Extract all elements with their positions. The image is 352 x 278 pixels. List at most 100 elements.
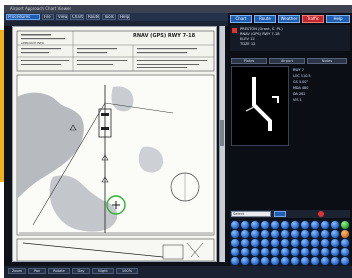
info-line-2: RNAV (GPS) RWY 7-18 [240, 32, 280, 36]
keypad-key[interactable] [241, 248, 249, 256]
status-night[interactable]: Night [92, 268, 114, 274]
keypad-key[interactable] [301, 257, 309, 265]
keypad-key[interactable] [321, 248, 329, 256]
keypad-key[interactable] [231, 257, 239, 265]
keypad-key[interactable] [291, 230, 299, 238]
keypad-key[interactable] [261, 257, 269, 265]
keypad-key[interactable] [251, 248, 259, 256]
data-line-5: DA 262 [293, 92, 306, 96]
data-line-1: RWY 7 [293, 68, 304, 72]
keypad-key[interactable] [261, 248, 269, 256]
keypad-key[interactable] [291, 239, 299, 247]
keypad-key[interactable] [261, 239, 269, 247]
chart-header-small: APPROACH INFO [21, 41, 44, 45]
keypad-key[interactable] [321, 239, 329, 247]
keypad-key[interactable] [321, 221, 329, 229]
keypad-key[interactable] [311, 257, 319, 265]
keypad-key[interactable] [331, 257, 339, 265]
keypad-key[interactable] [291, 257, 299, 265]
keypad-key[interactable] [301, 230, 309, 238]
keypad-key[interactable] [261, 230, 269, 238]
keypad-key[interactable] [341, 248, 349, 256]
button-traffic[interactable]: Traffic [302, 15, 324, 23]
menu-tools[interactable]: Tools [102, 14, 116, 20]
keypad-key[interactable] [321, 230, 329, 238]
button-help[interactable]: Help [326, 15, 350, 23]
keypad-key[interactable] [271, 221, 279, 229]
keypad-key[interactable] [301, 221, 309, 229]
status-day[interactable]: Day [72, 268, 90, 274]
keypad-key[interactable] [271, 248, 279, 256]
keypad-key[interactable] [231, 239, 239, 247]
keypad-key[interactable] [241, 239, 249, 247]
keypad-key[interactable] [231, 230, 239, 238]
keypad-key[interactable] [301, 248, 309, 256]
keypad-key[interactable] [311, 230, 319, 238]
menu-view[interactable]: View [56, 14, 68, 20]
tab-plates[interactable]: Plates [231, 58, 267, 64]
keypad-key[interactable] [281, 239, 289, 247]
keypad-key[interactable] [341, 257, 349, 265]
keypad-key[interactable] [291, 221, 299, 229]
chart-procedure-title: RNAV (GPS) RWY 7-18 [133, 33, 196, 39]
scrollbar-thumb[interactable] [220, 120, 224, 146]
menu-route[interactable]: Route [86, 14, 100, 20]
keypad-key[interactable] [291, 248, 299, 256]
menu-charts[interactable]: Charts [70, 14, 84, 20]
procedures-button[interactable]: Procedures [6, 14, 40, 20]
keypad-key[interactable] [231, 221, 239, 229]
keypad-key[interactable] [271, 230, 279, 238]
keypad-key[interactable] [301, 239, 309, 247]
keypad-key[interactable] [321, 257, 329, 265]
keypad-key[interactable] [311, 221, 319, 229]
button-chart[interactable]: Chart [230, 15, 252, 23]
data-line-2: LOC 110.5 [293, 74, 311, 78]
window-title: Airport Approach Chart Viewer [10, 6, 72, 11]
keypad-key[interactable] [251, 257, 259, 265]
airport-diagram[interactable] [231, 66, 289, 146]
airport-diagram-drawing [245, 77, 279, 131]
tab-airport[interactable]: Airport [269, 58, 305, 64]
keypad-key[interactable] [241, 230, 249, 238]
keypad-key[interactable] [271, 257, 279, 265]
data-line-6: VIS 1 [293, 98, 302, 102]
keypad-key[interactable] [251, 239, 259, 247]
keypad-key[interactable] [311, 248, 319, 256]
keypad-key[interactable] [331, 230, 339, 238]
keypad-key[interactable] [331, 248, 339, 256]
button-weather[interactable]: Weather [278, 15, 300, 23]
keypad-key[interactable] [331, 221, 339, 229]
keypad-key[interactable] [281, 221, 289, 229]
button-route[interactable]: Route [254, 15, 276, 23]
keypad-key[interactable] [241, 257, 249, 265]
keypad-key[interactable] [281, 248, 289, 256]
tab-notes[interactable]: Notes [307, 58, 347, 64]
data-line-4: MDA 480 [293, 86, 309, 90]
keypad-key[interactable] [341, 239, 349, 247]
status-rotate[interactable]: Rotate [48, 268, 70, 274]
menu-help[interactable]: Help [118, 14, 130, 20]
keypad-key[interactable] [271, 239, 279, 247]
keypad-key[interactable] [241, 221, 249, 229]
approach-chart[interactable]: RNAV (GPS) RWY 7-18 APPROACH INFO [12, 26, 217, 262]
keypad-key[interactable] [281, 257, 289, 265]
keypad-key[interactable] [341, 230, 349, 238]
info-line-1: PRESTON (Grant, S. Pt.) [240, 27, 283, 31]
keypad-key[interactable] [281, 230, 289, 238]
status-pan[interactable]: Pan [28, 268, 46, 274]
record-icon [318, 211, 324, 217]
data-line-3: GS 3.00° [293, 80, 309, 84]
status-zoom[interactable]: Zoom [8, 268, 26, 274]
keypad-key[interactable] [341, 221, 349, 229]
search-input[interactable]: Select [231, 211, 271, 217]
search-button[interactable] [274, 211, 286, 217]
keypad-key[interactable] [251, 221, 259, 229]
keypad-key[interactable] [311, 239, 319, 247]
menu-file[interactable]: File [42, 14, 54, 20]
keypad-key[interactable] [231, 248, 239, 256]
keypad-key[interactable] [261, 221, 269, 229]
keypad-key[interactable] [331, 239, 339, 247]
chart-drawing [16, 30, 215, 261]
keypad-key[interactable] [251, 230, 259, 238]
info-line-4: TDZE 12 [240, 42, 256, 46]
